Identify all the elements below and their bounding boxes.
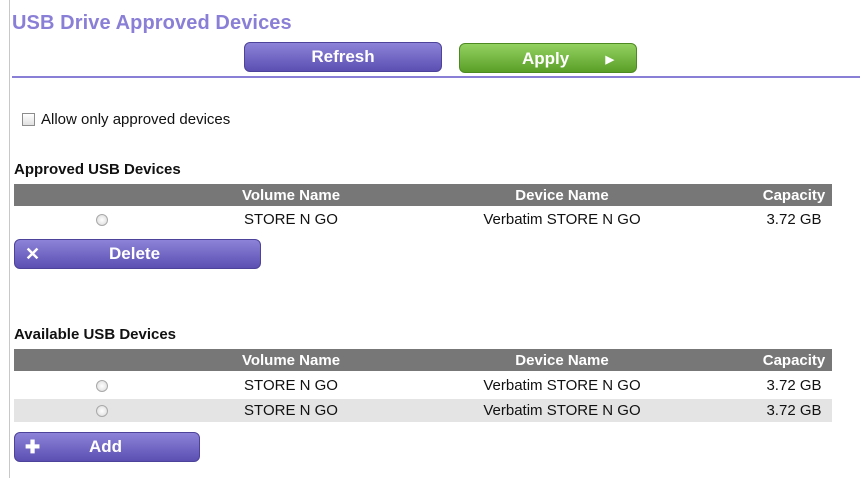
left-border — [9, 0, 10, 478]
delete-button[interactable]: ✕ Delete — [14, 239, 261, 269]
approved-row-device: Verbatim STORE N GO — [483, 211, 641, 228]
approved-table-header: Volume Name Device Name Capacity — [14, 184, 832, 206]
available-row-device: Verbatim STORE N GO — [483, 377, 641, 394]
refresh-button[interactable]: Refresh — [244, 42, 442, 72]
apply-button[interactable]: Apply ▶ — [459, 43, 637, 73]
approved-section-title: Approved USB Devices — [14, 161, 181, 178]
available-row-volume: STORE N GO — [244, 402, 338, 419]
allow-approved-option: Allow only approved devices — [22, 111, 230, 128]
apply-button-label: Apply — [522, 49, 570, 68]
available-col-capacity: Capacity — [762, 352, 826, 369]
add-button-label: Add — [89, 437, 123, 456]
available-table-row: STORE N GO Verbatim STORE N GO 3.72 GB — [14, 374, 832, 397]
add-button[interactable]: ✚ Add — [14, 432, 200, 462]
available-col-volume: Volume Name — [241, 352, 341, 369]
approved-row-capacity: 3.72 GB — [766, 211, 822, 228]
approved-row-volume: STORE N GO — [244, 211, 338, 228]
play-arrow-icon: ▶ — [605, 54, 614, 66]
approved-table-row: STORE N GO Verbatim STORE N GO 3.72 GB — [14, 208, 832, 231]
available-row-device: Verbatim STORE N GO — [483, 402, 641, 419]
allow-approved-label: Allow only approved devices — [41, 111, 231, 128]
page-title: USB Drive Approved Devices — [12, 12, 292, 34]
approved-col-capacity: Capacity — [762, 187, 826, 204]
delete-button-label: Delete — [109, 244, 161, 263]
x-icon: ✕ — [25, 244, 41, 264]
approved-row-radio[interactable] — [96, 214, 108, 226]
available-table-row: STORE N GO Verbatim STORE N GO 3.72 GB — [14, 399, 832, 422]
approved-col-device: Device Name — [515, 187, 609, 204]
approved-col-volume: Volume Name — [241, 187, 341, 204]
available-section-title: Available USB Devices — [14, 326, 177, 343]
available-row-volume: STORE N GO — [244, 377, 338, 394]
available-row-radio[interactable] — [96, 380, 108, 392]
allow-approved-checkbox[interactable] — [22, 113, 35, 126]
available-table-header: Volume Name Device Name Capacity — [14, 349, 832, 371]
plus-icon: ✚ — [25, 437, 41, 457]
available-col-device: Device Name — [515, 352, 609, 369]
available-row-capacity: 3.72 GB — [766, 377, 822, 394]
available-row-radio[interactable] — [96, 405, 108, 417]
header-divider — [12, 76, 860, 78]
available-row-capacity: 3.72 GB — [766, 402, 822, 419]
